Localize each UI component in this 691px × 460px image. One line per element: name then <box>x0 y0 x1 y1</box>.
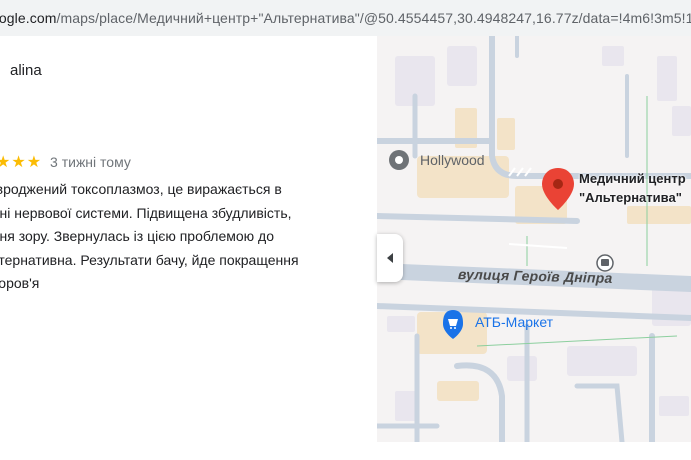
map-graphics <box>377 36 691 442</box>
bottom-strip <box>0 442 691 460</box>
review-line: ення зору. Звернулась із цією проблемою … <box>0 228 274 244</box>
chevron-left-icon <box>387 253 393 263</box>
url-text[interactable]: oogle.com/maps/place/Медичний+центр+"Аль… <box>0 10 691 26</box>
hollywood-label[interactable]: Hollywood <box>420 152 485 168</box>
review-text: е вроджений токсоплазмоз, це виражається… <box>0 178 369 296</box>
bus-stop-icon[interactable] <box>596 254 614 272</box>
review-panel: alina ★★★ 3 тижні тому е вроджений токсо… <box>0 36 377 442</box>
review-line: е вроджений токсоплазмоз, це виражається… <box>0 181 282 197</box>
collapse-panel-button[interactable] <box>377 234 403 282</box>
review-line: енні нервової системи. Підвищена збудлив… <box>0 204 292 221</box>
url-path: /maps/place/Медичний+центр+"Альтернатива… <box>56 10 691 26</box>
map-canvas[interactable] <box>377 36 691 442</box>
atb-market-label[interactable]: АТБ-Маркет <box>475 314 553 330</box>
hollywood-poi-icon[interactable] <box>389 150 409 170</box>
place-label-line2: "Альтернатива" <box>579 190 682 205</box>
url-host: oogle.com <box>0 10 57 26</box>
star-rating-icon: ★★★ <box>0 154 43 171</box>
review-line: льтернативна. Результати бачу, йде покра… <box>0 251 299 268</box>
review-date: 3 тижні тому <box>50 154 131 170</box>
place-label-line1: Медичний центр <box>579 171 686 186</box>
review-line: здоров'я <box>0 275 40 291</box>
address-bar[interactable]: oogle.com/maps/place/Медичний+центр+"Аль… <box>0 0 691 36</box>
review-rating-row: ★★★ 3 тижні тому <box>0 152 131 172</box>
place-label[interactable]: Медичний центр "Альтернатива" <box>579 169 686 207</box>
reviewer-name[interactable]: alina <box>10 62 42 79</box>
